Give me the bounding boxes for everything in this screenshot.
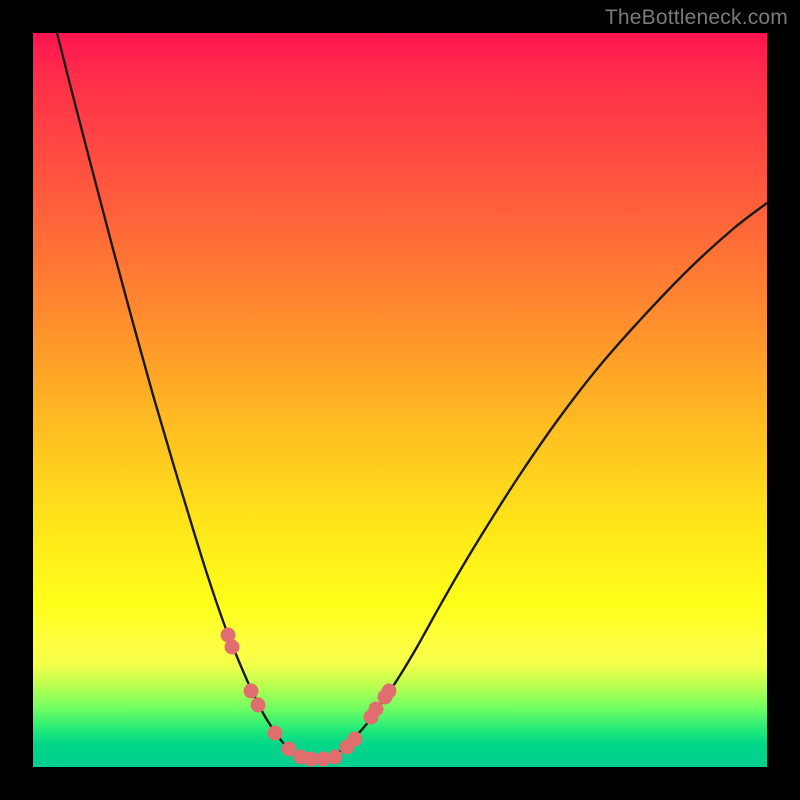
watermark-text: TheBottleneck.com [605, 6, 788, 30]
data-marker [328, 750, 343, 765]
right-curve [333, 203, 767, 757]
plot-area [33, 33, 767, 767]
data-marker [268, 726, 283, 741]
data-marker [369, 702, 384, 717]
right-curve-path [333, 203, 767, 757]
left-curve-path [57, 33, 301, 757]
data-markers [221, 628, 397, 767]
data-marker [244, 684, 259, 699]
chart-svg [33, 33, 767, 767]
data-marker [251, 698, 266, 713]
data-marker [382, 684, 397, 699]
data-marker [225, 640, 240, 655]
data-marker [348, 732, 363, 747]
left-curve [57, 33, 301, 757]
chart-frame: TheBottleneck.com [0, 0, 800, 800]
